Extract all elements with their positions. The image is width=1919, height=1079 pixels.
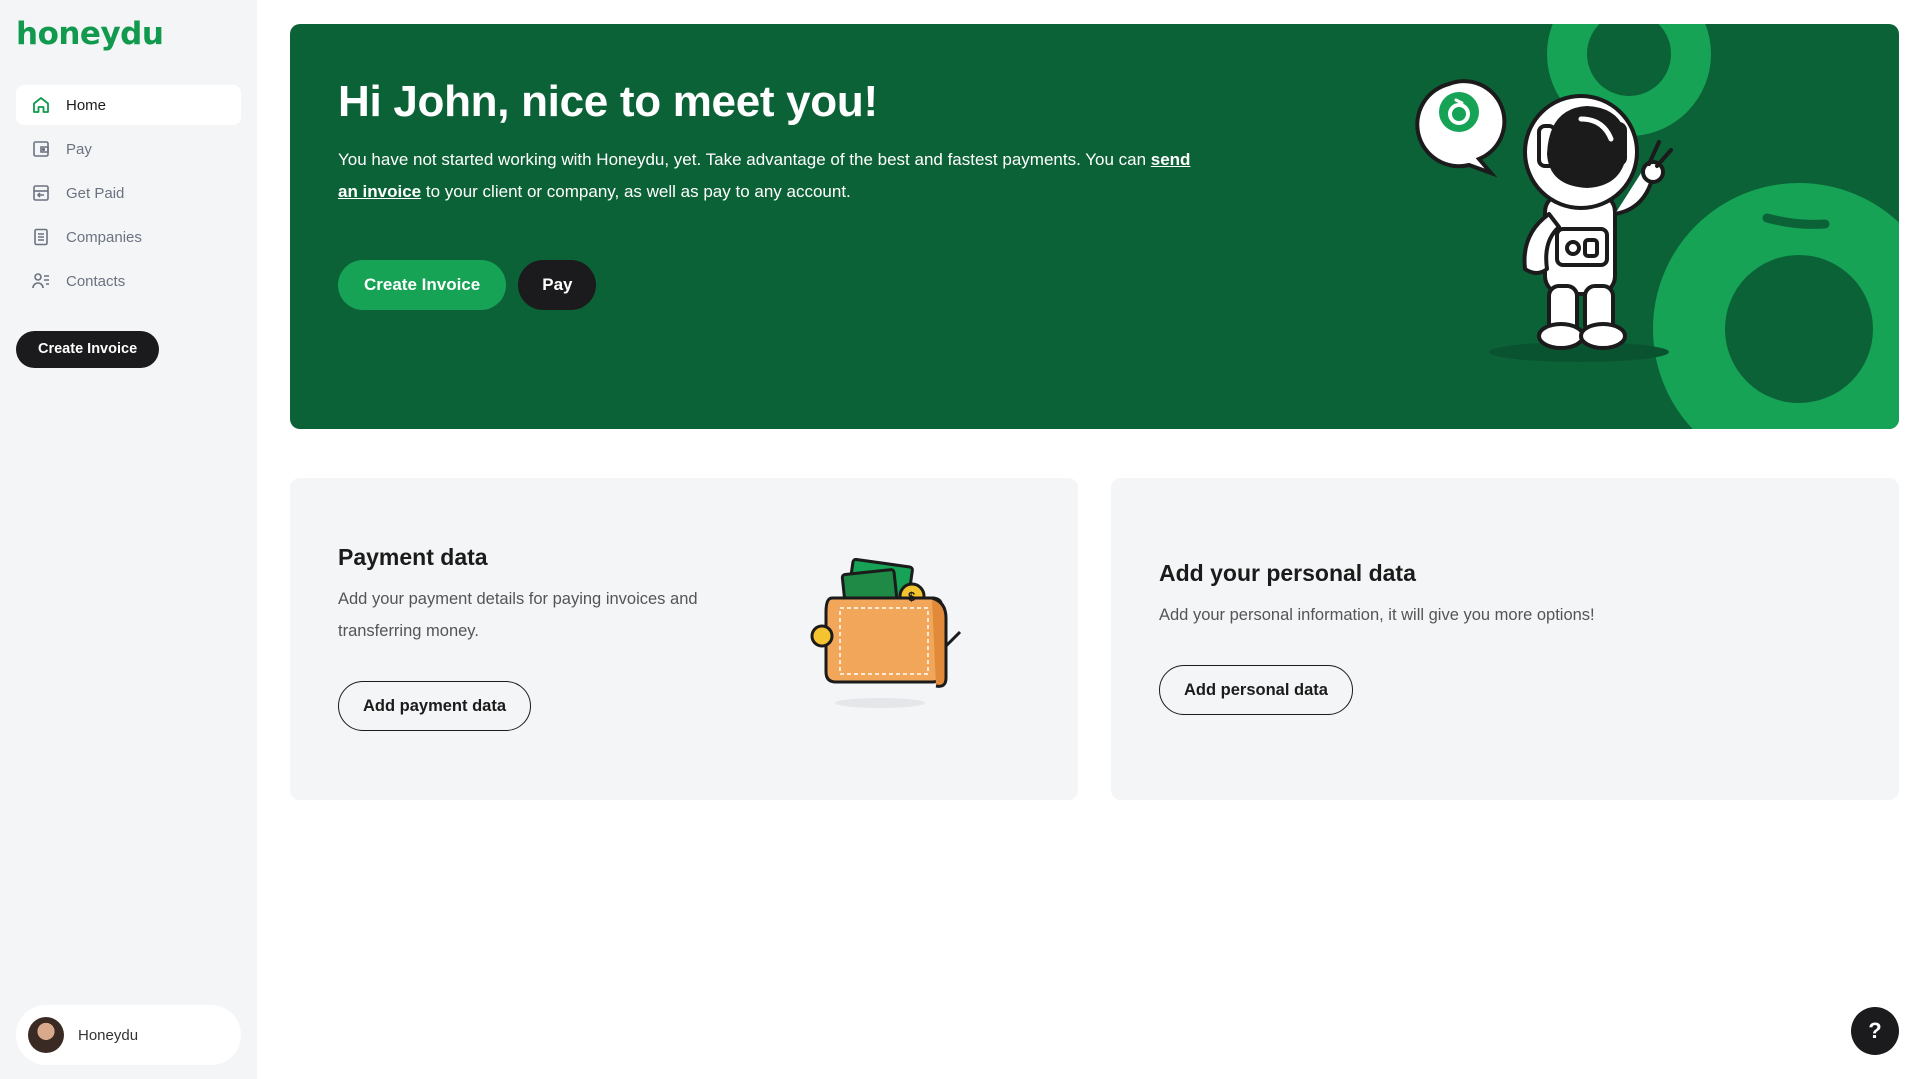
astronaut-illustration	[1415, 24, 1899, 429]
sidebar-item-label: Companies	[66, 228, 142, 246]
welcome-banner: Hi John, nice to meet you! You have not …	[290, 24, 1899, 429]
wallet-illustration: $	[810, 558, 962, 708]
sidebar-create-invoice-button[interactable]: Create Invoice	[16, 331, 160, 368]
sidebar-item-home[interactable]: Home	[16, 85, 241, 125]
pay-button[interactable]: Pay	[518, 260, 597, 310]
banner-content: Hi John, nice to meet you! You have not …	[338, 76, 1238, 310]
banner-text-before: You have not started working with Honeyd…	[338, 150, 1151, 169]
contacts-icon	[30, 270, 52, 292]
receive-icon	[30, 182, 52, 204]
sidebar-item-pay[interactable]: Pay	[16, 129, 241, 169]
personal-data-card: Add your personal data Add your personal…	[1111, 478, 1899, 800]
banner-text-after: to your client or company, as well as pa…	[421, 182, 851, 201]
payment-card-title: Payment data	[338, 544, 488, 570]
sidebar: honeydu Home Pay Get Paid Companies Cont…	[0, 0, 257, 1079]
profile-name: Honeydu	[78, 1026, 139, 1044]
sidebar-item-label: Contacts	[66, 272, 126, 290]
wallet-icon	[30, 138, 52, 160]
honeydu-logo[interactable]: honeydu	[16, 16, 241, 52]
personal-card-title: Add your personal data	[1159, 560, 1416, 586]
personal-card-body: Add your personal data Add your personal…	[1159, 560, 1759, 715]
profile-menu[interactable]: Honeydu	[16, 1005, 241, 1065]
dollar-sign-icon: $	[908, 589, 916, 604]
banner-actions: Create Invoice Pay	[338, 260, 1238, 310]
document-icon	[30, 226, 52, 248]
sidebar-item-companies[interactable]: Companies	[16, 217, 241, 257]
payment-data-card: Payment data Add your payment details fo…	[290, 478, 1078, 800]
sidebar-item-label: Home	[66, 96, 107, 114]
page-title: Hi John, nice to meet you!	[338, 77, 878, 126]
personal-card-text: Add your personal information, it will g…	[1159, 606, 1595, 624]
help-button[interactable]: ?	[1851, 1007, 1899, 1055]
avatar	[28, 1017, 64, 1053]
add-personal-data-button[interactable]: Add personal data	[1159, 665, 1353, 715]
create-invoice-button[interactable]: Create Invoice	[338, 260, 507, 310]
sidebar-nav: Home Pay Get Paid Companies Contacts	[16, 85, 241, 301]
sidebar-item-label: Pay	[66, 140, 92, 158]
add-payment-data-button[interactable]: Add payment data	[338, 681, 532, 731]
home-icon	[30, 94, 52, 116]
sidebar-item-contacts[interactable]: Contacts	[16, 261, 241, 301]
payment-card-text: Add your payment details for paying invo…	[338, 590, 698, 640]
chat-bubble-icon	[1415, 79, 1507, 178]
sidebar-item-get-paid[interactable]: Get Paid	[16, 173, 241, 213]
payment-card-body: Payment data Add your payment details fo…	[338, 544, 698, 731]
sidebar-item-label: Get Paid	[66, 184, 125, 202]
banner-description: You have not started working with Honeyd…	[338, 144, 1208, 208]
